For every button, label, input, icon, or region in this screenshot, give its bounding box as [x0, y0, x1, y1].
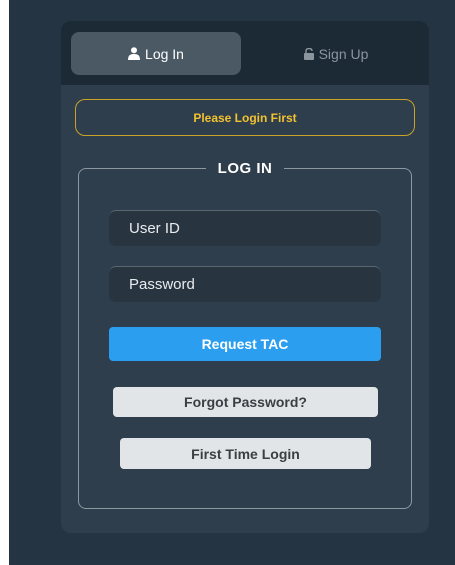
app-background: Log In Sign Up Please Login First LOG IN [9, 0, 455, 565]
user-id-input[interactable] [109, 210, 381, 246]
login-required-alert: Please Login First [75, 99, 415, 136]
user-icon [128, 47, 141, 60]
tab-login[interactable]: Log In [71, 32, 241, 75]
request-tac-button[interactable]: Request TAC [109, 327, 381, 361]
tab-signup[interactable]: Sign Up [251, 32, 421, 75]
login-card: Log In Sign Up Please Login First LOG IN [61, 21, 429, 533]
fieldset-legend: LOG IN [79, 159, 411, 179]
unlock-icon [303, 47, 314, 60]
login-heading: LOG IN [205, 159, 285, 179]
password-input[interactable] [109, 266, 381, 302]
login-fieldset: LOG IN Request TAC Forgot Password? Firs… [78, 159, 412, 509]
alert-message: Please Login First [193, 110, 297, 125]
first-time-login-button[interactable]: First Time Login [120, 438, 371, 469]
tab-login-label: Log In [145, 45, 184, 62]
tab-signup-label: Sign Up [318, 45, 369, 62]
auth-tabs: Log In Sign Up [61, 21, 429, 85]
forgot-password-button[interactable]: Forgot Password? [113, 387, 378, 417]
